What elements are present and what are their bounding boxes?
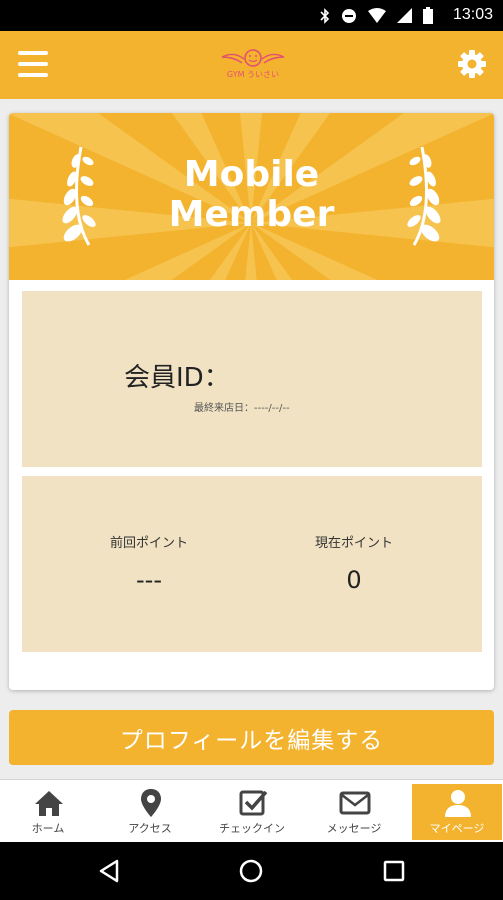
back-icon[interactable] (98, 859, 120, 883)
home-icon (35, 791, 63, 816)
home-circle-icon[interactable] (239, 859, 263, 883)
previous-points-value: --- (136, 566, 162, 594)
battery-icon (423, 7, 433, 24)
hamburger-menu-icon[interactable] (18, 51, 48, 77)
previous-points-label: 前回ポイント (109, 536, 188, 551)
member-card: Mobile Member 会員ID： 最終来店日：----/--/-- 前回ポ… (9, 113, 494, 690)
map-pin-icon (141, 789, 161, 817)
member-id-label: 会員ID： (124, 363, 230, 393)
last-visit-date: 最終来店日：----/--/-- (194, 403, 290, 414)
banner-title-line2: Member (168, 194, 335, 235)
envelope-icon (339, 791, 371, 815)
nav-label-messages: メッセージ (326, 822, 382, 835)
do-not-disturb-icon (342, 8, 356, 23)
nav-item-home[interactable]: ホーム (3, 784, 93, 840)
points-panel: 前回ポイント --- 現在ポイント 0 (22, 476, 482, 652)
gear-icon[interactable] (457, 49, 487, 79)
recents-icon[interactable] (383, 860, 405, 882)
banner-title-line1: Mobile (183, 154, 320, 195)
signal-icon (397, 8, 412, 23)
wifi-icon (368, 8, 386, 23)
nav-item-messages[interactable]: メッセージ (309, 784, 399, 840)
nav-item-checkin[interactable]: チェックイン (207, 784, 297, 840)
brand-logo: GYM ういさい (214, 47, 292, 87)
person-icon (445, 790, 471, 817)
bottom-nav: ホーム アクセス チェックイン メッセージ マイページ (0, 779, 503, 842)
clock: 13:03 (452, 6, 493, 23)
edit-profile-button[interactable]: プロフィールを編集する (9, 710, 494, 765)
nav-label-access: アクセス (128, 822, 172, 835)
app-bar: GYM ういさい (0, 31, 503, 99)
nav-item-access[interactable]: アクセス (105, 784, 195, 840)
checkbox-icon (239, 790, 268, 816)
nav-item-mypage[interactable]: マイページ (412, 784, 502, 840)
bluetooth-icon (320, 7, 330, 24)
system-nav-bar (0, 842, 503, 900)
status-bar: 13:03 (0, 0, 503, 31)
nav-label-checkin: チェックイン (219, 822, 285, 835)
svg-text:GYM ういさい: GYM ういさい (227, 70, 279, 79)
banner-title: Mobile Member (9, 155, 494, 235)
nav-label-mypage: マイページ (429, 822, 485, 835)
mobile-member-banner: Mobile Member (9, 113, 494, 280)
nav-label-home: ホーム (31, 822, 65, 835)
member-id-panel: 会員ID： 最終来店日：----/--/-- (22, 291, 482, 467)
current-points-label: 現在ポイント (314, 536, 393, 551)
current-points-value: 0 (346, 566, 362, 594)
